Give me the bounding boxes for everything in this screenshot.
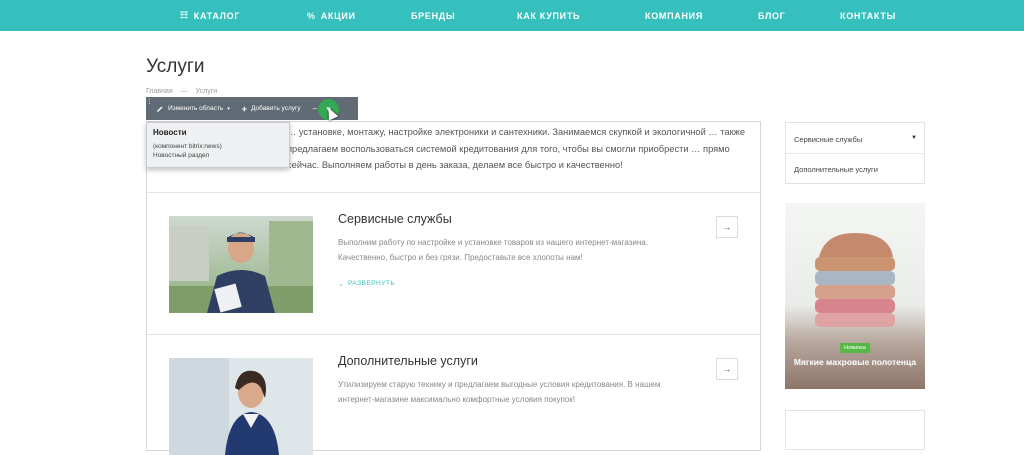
nav-company-label: КОМПАНИЯ: [645, 10, 703, 21]
promo-banner[interactable]: Новинка Мягкие махровые полотенца: [785, 203, 925, 389]
top-navigation: ☷ КАТАЛОГ % АКЦИИ БРЕНДЫ КАК КУПИТЬ КОМП…: [0, 0, 1024, 31]
operator-photo: [169, 358, 313, 455]
nav-contacts[interactable]: КОНТАКТЫ: [840, 0, 896, 31]
promo-title: Мягкие махровые полотенца: [793, 357, 917, 367]
sidebar-menu: Сервисные службы ▼ Дополнительные услуги: [785, 122, 925, 184]
popup-section: Новостный раздел: [153, 152, 210, 159]
service-description: Утилизируем старую технику и предлагаем …: [338, 380, 661, 404]
add-service-label: Добавить услугу: [250, 105, 301, 112]
service-arrow-button[interactable]: →: [716, 358, 738, 380]
expand-label: РАЗВЕРНУТЬ: [347, 280, 396, 287]
breadcrumb: Главная — Услуги: [146, 88, 217, 95]
nav-how-to-buy-label: КАК КУПИТЬ: [517, 10, 581, 21]
breadcrumb-current: Услуги: [195, 88, 218, 95]
page-title: Услуги: [146, 56, 205, 77]
chevron-down-icon: ▾: [227, 105, 230, 112]
sidebar-card[interactable]: [785, 410, 925, 450]
technician-photo: [169, 216, 313, 313]
nav-promotions[interactable]: % АКЦИИ: [307, 0, 356, 31]
add-service-button[interactable]: + Добавить услугу: [242, 104, 301, 114]
nav-contacts-label: КОНТАКТЫ: [840, 10, 897, 21]
caret-down-icon[interactable]: ▼: [911, 135, 917, 141]
service-title[interactable]: Дополнительные услуги: [338, 354, 478, 368]
nav-catalog-label: КАТАЛОГ: [193, 10, 241, 21]
change-area-button[interactable]: Изменить область ▾: [156, 105, 230, 113]
plus-icon: +: [241, 103, 247, 114]
sidebar-divider: [786, 153, 924, 154]
nav-brands[interactable]: БРЕНДЫ: [411, 0, 455, 31]
nav-blog[interactable]: БЛОГ: [758, 0, 785, 31]
intro-text: … установке, монтажу, настройке электрон…: [287, 127, 746, 170]
change-area-label: Изменить область: [168, 105, 224, 112]
popup-title: Новости: [153, 128, 187, 137]
grid-icon: ☷: [180, 10, 189, 20]
expand-link[interactable]: ⌄ РАЗВЕРНУТЬ: [338, 280, 395, 288]
new-badge: Новинка: [840, 343, 870, 353]
dash-icon: –: [312, 104, 318, 113]
sidebar-item-additional[interactable]: Дополнительные услуги: [794, 165, 878, 174]
chevron-down-icon: ⌄: [338, 281, 344, 288]
nav-brands-label: БРЕНДЫ: [411, 10, 456, 21]
service-description: Выполним работу по настройке и установке…: [338, 238, 648, 262]
nav-promotions-label: АКЦИИ: [320, 10, 356, 21]
service-arrow-button[interactable]: →: [716, 216, 738, 238]
more-options-icon[interactable]: ⋮: [146, 97, 153, 105]
arrow-right-icon: →: [722, 364, 732, 374]
component-popup: Новости (компонент bitrix:news) Новостны…: [146, 122, 290, 168]
nav-catalog[interactable]: ☷ КАТАЛОГ: [180, 0, 240, 31]
sidebar-item-service[interactable]: Сервисные службы: [794, 135, 862, 144]
row-divider: [147, 192, 760, 193]
service-title[interactable]: Сервисные службы: [338, 212, 452, 226]
service-image-technician[interactable]: [169, 216, 313, 313]
percent-icon: %: [307, 10, 316, 21]
breadcrumb-home[interactable]: Главная: [146, 88, 173, 95]
nav-how-to-buy[interactable]: КАК КУПИТЬ: [517, 0, 580, 31]
row-divider: [147, 334, 760, 335]
nav-blog-label: БЛОГ: [758, 10, 786, 21]
arrow-right-icon: →: [722, 222, 732, 232]
popup-component: (компонент bitrix:news): [153, 143, 222, 150]
service-image-operator[interactable]: [169, 358, 313, 455]
pencil-icon: [157, 106, 163, 112]
breadcrumb-separator: —: [180, 88, 188, 95]
nav-company[interactable]: КОМПАНИЯ: [645, 0, 703, 31]
